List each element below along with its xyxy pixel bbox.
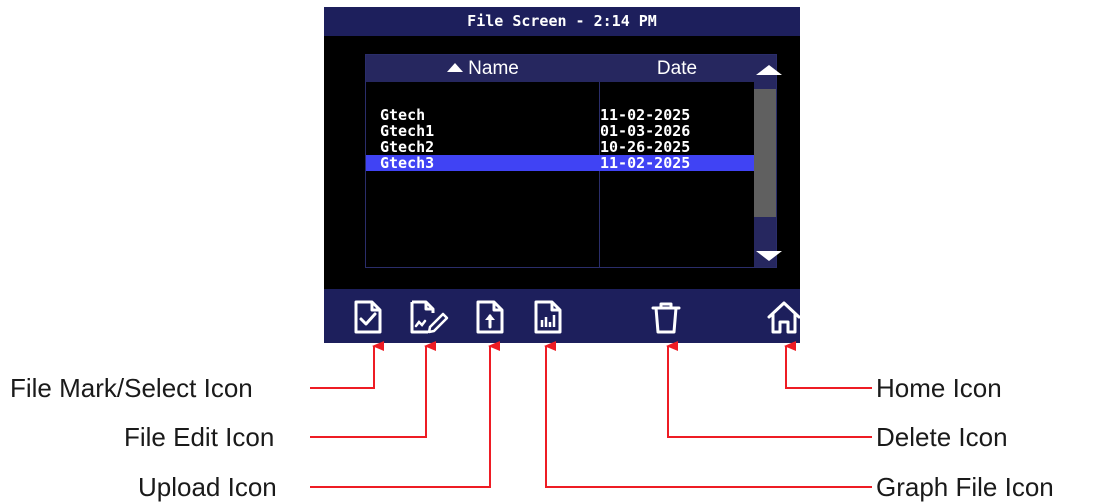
callout-line-upload <box>310 341 500 488</box>
callout-delete: Delete Icon <box>876 422 1008 452</box>
callout-line-delete <box>666 341 872 438</box>
callout-line-file-edit <box>310 341 436 438</box>
callout-file-mark-select: File Mark/Select Icon <box>10 373 253 403</box>
callout-home: Home Icon <box>876 373 1002 403</box>
callout-line-home <box>784 341 872 389</box>
callout-upload: Upload Icon <box>138 472 277 502</box>
callout-graph-file: Graph File Icon <box>876 472 1054 502</box>
callout-file-edit: File Edit Icon <box>124 422 275 452</box>
callout-line-file-mark <box>310 341 384 389</box>
callout-line-graph-file <box>544 341 872 488</box>
